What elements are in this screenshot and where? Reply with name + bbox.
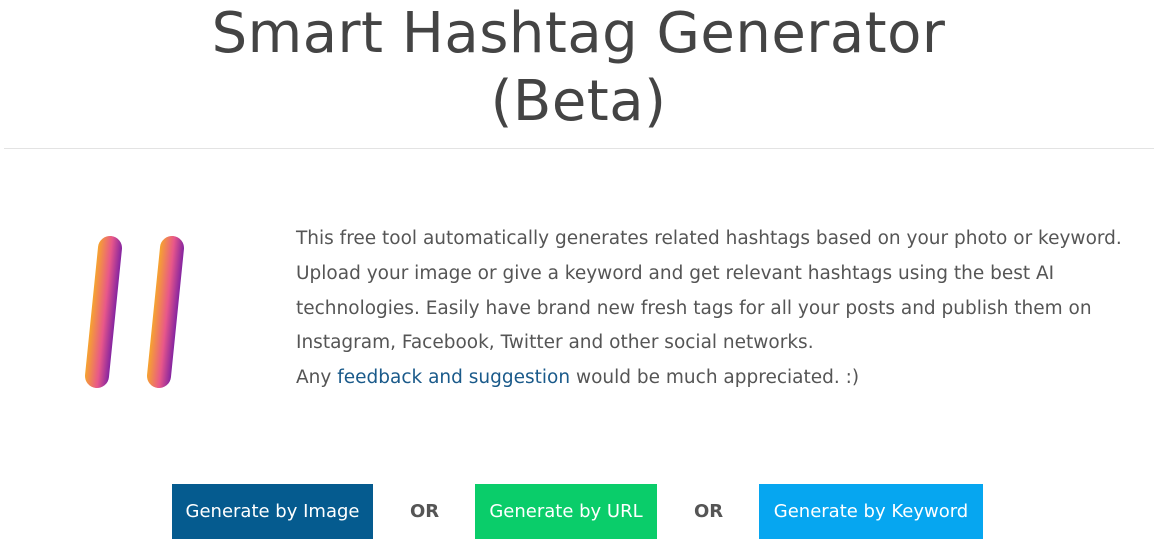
hashtag-icon	[59, 236, 213, 388]
intro-description: This free tool automatically generates r…	[296, 222, 1146, 396]
page-title: Smart Hashtag Generator (Beta)	[0, 0, 1157, 136]
feedback-link[interactable]: feedback and suggestion	[337, 367, 570, 388]
or-separator-2: OR	[694, 501, 724, 522]
or-separator-1: OR	[410, 501, 440, 522]
intro-text: This free tool automatically generates r…	[296, 228, 1122, 354]
generate-by-keyword-button[interactable]: Generate by Keyword	[759, 484, 983, 539]
generate-by-url-button[interactable]: Generate by URL	[475, 484, 657, 539]
feedback-line: Any feedback and suggestion would be muc…	[296, 361, 1146, 396]
page-title-line1: Smart Hashtag Generator	[211, 1, 946, 66]
generate-by-image-button[interactable]: Generate by Image	[172, 484, 373, 539]
page-title-line2: (Beta)	[490, 69, 667, 134]
feedback-suffix: would be much appreciated. :)	[570, 367, 860, 389]
feedback-prefix: Any	[296, 367, 338, 389]
hashtag-logo	[55, 222, 235, 408]
header-divider	[4, 148, 1154, 149]
